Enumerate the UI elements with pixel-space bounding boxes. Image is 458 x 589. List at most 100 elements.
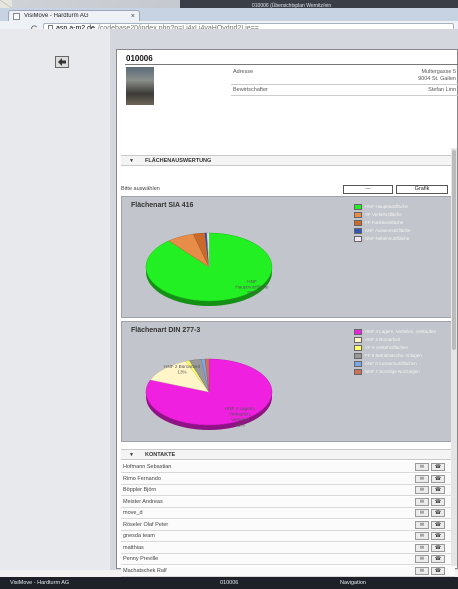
contact-name: gnesda team bbox=[123, 533, 155, 539]
chart-legend: HNF 4 Lagern, Verteilen, Verkaufen HNF 2 … bbox=[354, 329, 454, 377]
contact-name: Meister Andreas bbox=[123, 498, 163, 505]
legend-swatch bbox=[354, 228, 362, 234]
address-label: Adresse bbox=[233, 69, 254, 75]
page-scrollbar[interactable] bbox=[451, 148, 457, 566]
email-icon[interactable]: ✉ bbox=[415, 555, 429, 563]
contact-row[interactable]: gnesda team ✉ ☎ bbox=[121, 531, 455, 542]
legend-swatch bbox=[354, 353, 362, 359]
legend-label: ANF Aussennutzfläche bbox=[365, 228, 411, 233]
chart-title: Flächenart SIA 416 bbox=[131, 202, 194, 209]
contact-row[interactable]: Böppler Björn ✉ ☎ bbox=[121, 485, 455, 496]
legend-label: FF Funktionsfläche bbox=[365, 220, 404, 225]
contact-row[interactable]: Röseler Olaf Peter ✉ ☎ bbox=[121, 519, 455, 531]
email-icon[interactable]: ✉ bbox=[415, 543, 429, 552]
contact-name: matthias bbox=[123, 544, 144, 551]
phone-icon[interactable]: ☎ bbox=[431, 532, 445, 540]
email-icon[interactable]: ✉ bbox=[415, 509, 429, 517]
back-navigation-icon[interactable] bbox=[55, 56, 69, 68]
page-content: 010006 Adresse Multergasse 5 9004 St. Ga… bbox=[0, 29, 458, 589]
manager-label: Bewirtschafter bbox=[233, 87, 268, 93]
legend-label: VF 9 Verkehrsflächen bbox=[365, 345, 409, 350]
pie-data-label: 13% bbox=[177, 370, 186, 375]
divider bbox=[231, 95, 458, 96]
chart-legend: HNF Hauptnutzfläche VF Verkehrsfläche FF F… bbox=[354, 204, 454, 244]
legend-label: NNF Nebennutzfläche bbox=[365, 236, 410, 241]
building-photo[interactable] bbox=[126, 67, 154, 105]
chart-din277: HNF 2 Büroarbeit 13% HNF 4 Lagern, Verkaufe… bbox=[121, 321, 455, 442]
legend-label: NNF 7 Sonstige Nutzungen bbox=[365, 369, 420, 374]
legend-swatch bbox=[354, 204, 362, 210]
phone-icon[interactable]: ☎ bbox=[431, 463, 445, 471]
tab-bar: VisiMove - Hardturm AG × bbox=[0, 8, 458, 21]
areas-section-header[interactable]: ▼ FLÄCHENAUSWERTUNG bbox=[121, 155, 455, 166]
phone-icon[interactable]: ☎ bbox=[431, 555, 445, 563]
taskbar-app-title[interactable]: VisiMove - Hardturm AG bbox=[10, 580, 69, 586]
contact-name: Rimo Fernando bbox=[123, 475, 161, 482]
pie-data-label: HNF bbox=[247, 279, 257, 284]
contact-row[interactable]: Rimo Fernando ✉ ☎ bbox=[121, 473, 455, 485]
email-icon[interactable]: ✉ bbox=[415, 474, 429, 483]
grafik-button[interactable]: Grafik bbox=[396, 185, 448, 194]
areas-section-title: FLÄCHENAUSWERTUNG bbox=[145, 158, 212, 164]
contact-name: Röseler Olaf Peter bbox=[123, 521, 169, 528]
contact-row[interactable]: Meister Andreas ✉ ☎ bbox=[121, 496, 455, 508]
legend-swatch bbox=[354, 220, 362, 226]
pie-data-label: Verteilen bbox=[231, 417, 249, 422]
taskbar-navigation[interactable]: Navigation bbox=[340, 580, 366, 586]
contacts-section-header[interactable]: ▼ KONTAKTE bbox=[121, 449, 455, 460]
browser-tab[interactable]: VisiMove - Hardturm AG × bbox=[8, 10, 140, 21]
legend-label: HNF 4 Lagern, Verteilen, Verkaufen bbox=[365, 329, 437, 334]
select-label: Bitte auswählen bbox=[121, 186, 160, 192]
email-icon[interactable]: ✉ bbox=[415, 463, 429, 471]
legend-swatch bbox=[354, 329, 362, 335]
collapse-triangle-icon[interactable]: ▼ bbox=[129, 158, 134, 164]
phone-icon[interactable]: ☎ bbox=[431, 474, 445, 483]
legend-label: VF Verkehrsfläche bbox=[365, 212, 402, 217]
contact-row[interactable]: matthias ✉ ☎ bbox=[121, 542, 455, 554]
email-icon[interactable]: ✉ bbox=[415, 520, 429, 529]
divider bbox=[231, 84, 458, 85]
legend-entry: HNF 4 Lagern, Verteilen, Verkaufen bbox=[354, 329, 454, 335]
legend-entry: ANF 0 Aussennutzflächen bbox=[354, 361, 454, 367]
collapse-triangle-icon[interactable]: ▼ bbox=[129, 452, 134, 458]
legend-entry: HNF 2 Büroarbeit bbox=[354, 337, 454, 343]
legend-entry: VF Verkehrsfläche bbox=[354, 212, 454, 218]
contact-row[interactable]: Penny Preville ✉ ☎ bbox=[121, 554, 455, 565]
contacts-section-title: KONTAKTE bbox=[145, 452, 176, 458]
phone-icon[interactable]: ☎ bbox=[431, 543, 445, 552]
phone-icon[interactable]: ☎ bbox=[431, 486, 445, 494]
email-icon[interactable]: ✉ bbox=[415, 566, 429, 575]
chart-title: Flächenart DIN 277-3 bbox=[131, 327, 201, 334]
scrollbar-thumb[interactable] bbox=[452, 150, 456, 350]
legend-label: ANF 0 Aussennutzflächen bbox=[365, 361, 417, 366]
contact-name: Machatschek Ralf bbox=[123, 567, 167, 574]
chart-type-select[interactable]: --- bbox=[343, 185, 393, 194]
contact-row[interactable]: Hofmann Sebastian ✉ ☎ bbox=[121, 462, 455, 473]
phone-icon[interactable]: ☎ bbox=[431, 520, 445, 529]
phone-icon[interactable]: ☎ bbox=[431, 566, 445, 575]
contact-name: move_d bbox=[123, 510, 143, 516]
legend-entry: FF Funktionsfläche bbox=[354, 220, 454, 226]
legend-entry: NNF Nebennutzfläche bbox=[354, 236, 454, 242]
phone-icon[interactable]: ☎ bbox=[431, 509, 445, 517]
contact-name: Penny Preville bbox=[123, 556, 159, 562]
left-gutter bbox=[0, 29, 110, 570]
contact-row[interactable]: Machatschek Ralf ✉ ☎ bbox=[121, 565, 455, 577]
legend-entry: HNF Hauptnutzfläche bbox=[354, 204, 454, 210]
email-icon[interactable]: ✉ bbox=[415, 532, 429, 540]
tab-title: VisiMove - Hardturm AG bbox=[24, 13, 89, 19]
pie-data-label: 89% bbox=[247, 290, 256, 295]
contact-name: Böppler Björn bbox=[123, 487, 157, 493]
legend-entry: ANF Aussennutzfläche bbox=[354, 228, 454, 234]
phone-icon[interactable]: ☎ bbox=[431, 497, 445, 506]
legend-swatch bbox=[354, 212, 362, 218]
legend-label: HNF 2 Büroarbeit bbox=[365, 337, 401, 342]
email-icon[interactable]: ✉ bbox=[415, 486, 429, 494]
close-tab-icon[interactable]: × bbox=[131, 13, 135, 20]
taskbar-object-id[interactable]: 010006 bbox=[220, 580, 238, 586]
contact-row[interactable]: move_d ✉ ☎ bbox=[121, 508, 455, 519]
email-icon[interactable]: ✉ bbox=[415, 497, 429, 506]
object-id: 010006 bbox=[126, 54, 153, 63]
legend-label: HNF Hauptnutzfläche bbox=[365, 204, 409, 209]
address-city: 9004 St. Gallen bbox=[418, 76, 456, 82]
